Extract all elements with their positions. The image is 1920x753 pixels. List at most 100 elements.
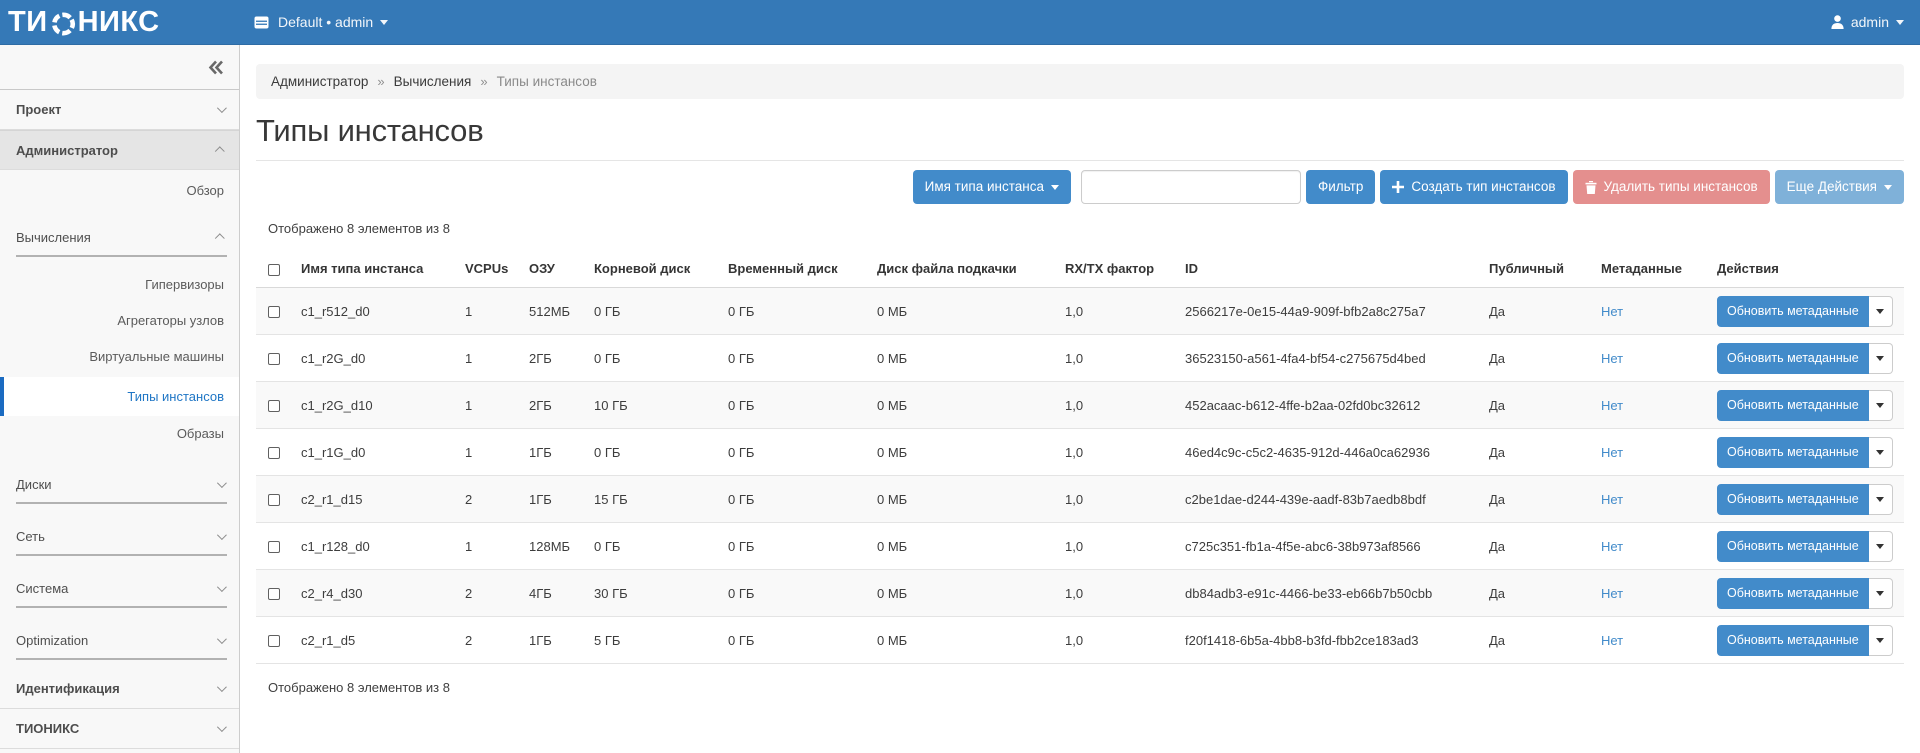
table-actions-row: Имя типа инстанса Фильтр Создать тип инс… <box>256 170 1904 204</box>
cell-ephemeral_disk: 0 ГБ <box>716 569 865 617</box>
update-metadata-button[interactable]: Обновить метаданные <box>1717 483 1869 515</box>
metadata-link[interactable]: Нет <box>1601 304 1623 319</box>
chevron-down-icon <box>216 682 227 693</box>
project-context-menu[interactable]: Default • admin <box>254 14 389 30</box>
cell-actions: Обновить метаданные <box>1705 475 1904 523</box>
sidebar-group-toggle[interactable]: Вычисления <box>0 221 239 254</box>
sidebar-group-toggle[interactable]: Сеть <box>0 520 239 553</box>
sidebar-group-toggle[interactable]: Optimization <box>0 624 239 657</box>
items-count-bottom: Отображено 8 элементов из 8 <box>268 680 450 695</box>
row-checkbox[interactable] <box>268 588 280 601</box>
table-row: c1_r2G_d10 1 2ГБ 10 ГБ 0 ГБ 0 МБ 1,0 452acaac-b… <box>256 381 1904 429</box>
update-metadata-button[interactable]: Обновить метаданные <box>1717 389 1869 421</box>
select-all-checkbox[interactable] <box>268 263 280 276</box>
sidebar-item-Обзор[interactable]: Обзор <box>0 173 239 209</box>
cell-rxtx: 1,0 <box>1053 616 1173 664</box>
sidebar: Проект Администратор Обзор Вычисления Гиперв… <box>0 45 240 753</box>
row-checkbox[interactable] <box>268 306 280 319</box>
metadata-link[interactable]: Нет <box>1601 398 1623 413</box>
table-header-cell: ID <box>1173 250 1477 288</box>
cell-id: 36523150-a561-4fa4-bf54-c275675d4bed <box>1173 334 1477 382</box>
sidebar-group-rule <box>16 502 227 504</box>
sidebar-section-3[interactable]: Идентификация <box>0 669 239 709</box>
cell-ram: 2ГБ <box>517 381 582 429</box>
breadcrumb-current: Типы инстансов <box>496 74 597 89</box>
table-row: c1_r1G_d0 1 1ГБ 0 ГБ 0 ГБ 0 МБ 1,0 46ed4c9c-c5c… <box>256 428 1904 476</box>
cell-root_disk: 5 ГБ <box>582 616 716 664</box>
update-metadata-button[interactable]: Обновить метаданные <box>1717 295 1869 327</box>
row-checkbox[interactable] <box>268 635 280 648</box>
breadcrumb-link-1[interactable]: Администратор <box>271 74 368 89</box>
user-menu-label: admin <box>1850 14 1889 30</box>
row-actions-dropdown-toggle[interactable] <box>1868 483 1893 515</box>
more-actions-caret-icon <box>1884 184 1892 190</box>
brand-logo[interactable]: ТИ НИКС <box>0 7 240 37</box>
update-metadata-button[interactable]: Обновить метаданные <box>1717 577 1869 609</box>
chevron-down-icon <box>216 722 227 733</box>
row-actions-dropdown-toggle[interactable] <box>1868 577 1893 609</box>
sidebar-item-Агрегаторы узлов[interactable]: Агрегаторы узлов <box>0 303 239 339</box>
cell-public: Да <box>1477 475 1589 523</box>
metadata-link[interactable]: Нет <box>1601 633 1623 648</box>
brand-shutter-icon <box>51 12 75 35</box>
project-context-label: Default • admin <box>278 14 374 30</box>
cell-public: Да <box>1477 428 1589 476</box>
row-checkbox[interactable] <box>268 353 280 366</box>
row-actions-dropdown-toggle[interactable] <box>1868 389 1893 421</box>
user-menu[interactable]: admin <box>1831 14 1904 30</box>
cell-name: c2_r1_d15 <box>289 475 453 523</box>
filter-button-label: Фильтр <box>1317 179 1364 194</box>
cell-name: c1_r2G_d10 <box>289 381 453 429</box>
row-actions-dropdown-toggle[interactable] <box>1868 530 1893 562</box>
sidebar-item-Типы инстансов[interactable]: Типы инстансов <box>0 377 239 416</box>
sidebar-group-toggle[interactable]: Система <box>0 572 239 605</box>
cell-ephemeral_disk: 0 ГБ <box>716 381 865 429</box>
filter-search-input[interactable] <box>1080 170 1301 204</box>
cell-vcpus: 1 <box>453 522 517 570</box>
sidebar-group-toggle[interactable]: Диски <box>0 468 239 501</box>
more-actions-button[interactable]: Еще Действия <box>1774 170 1904 204</box>
update-metadata-button[interactable]: Обновить метаданные <box>1717 436 1869 468</box>
chevron-down-icon <box>216 634 227 645</box>
update-metadata-button[interactable]: Обновить метаданные <box>1717 342 1869 374</box>
sidebar-item-Гипервизоры[interactable]: Гипервизоры <box>0 267 239 303</box>
update-metadata-button[interactable]: Обновить метаданные <box>1717 530 1869 562</box>
row-actions-dropdown-toggle[interactable] <box>1868 624 1893 656</box>
row-checkbox[interactable] <box>268 400 280 413</box>
sidebar-section-1[interactable]: Проект <box>0 90 239 130</box>
table-header-cell: Корневой диск <box>582 250 716 288</box>
delete-flavors-button[interactable]: Удалить типы инстансов <box>1572 170 1770 204</box>
row-checkbox-cell <box>256 428 289 476</box>
cell-metadata: Нет <box>1589 428 1705 476</box>
sidebar-collapse-icon[interactable] <box>208 60 224 75</box>
breadcrumb-link-2[interactable]: Вычисления <box>394 74 472 89</box>
update-metadata-button[interactable]: Обновить метаданные <box>1717 624 1869 656</box>
sidebar-section-2[interactable]: Администратор <box>0 130 239 170</box>
sidebar-item-Образы[interactable]: Образы <box>0 416 239 452</box>
row-actions-dropdown-toggle[interactable] <box>1868 295 1893 327</box>
filter-button[interactable]: Фильтр <box>1305 170 1376 204</box>
row-checkbox[interactable] <box>268 494 280 507</box>
metadata-link[interactable]: Нет <box>1601 351 1623 366</box>
row-actions-dropdown-toggle[interactable] <box>1868 436 1893 468</box>
row-checkbox[interactable] <box>268 541 280 554</box>
table-header-cell: Действия <box>1705 250 1904 288</box>
metadata-link[interactable]: Нет <box>1601 586 1623 601</box>
cell-rxtx: 1,0 <box>1053 475 1173 523</box>
cell-actions: Обновить метаданные <box>1705 616 1904 664</box>
cell-rxtx: 1,0 <box>1053 569 1173 617</box>
sidebar-item-Виртуальные машины[interactable]: Виртуальные машины <box>0 339 239 375</box>
table-header-row: Имя типа инстанса VCPUs ОЗУ Корневой диск Вр… <box>256 250 1904 288</box>
filter-field-selector[interactable]: Имя типа инстанса <box>912 170 1071 204</box>
row-checkbox[interactable] <box>268 447 280 460</box>
sidebar-group-rule <box>16 658 227 660</box>
row-actions-dropdown-toggle[interactable] <box>1868 342 1893 374</box>
metadata-link[interactable]: Нет <box>1601 539 1623 554</box>
cell-root_disk: 0 ГБ <box>582 334 716 382</box>
chevron-down-icon <box>216 530 227 541</box>
sidebar-section-4[interactable]: ТИОНИКС <box>0 709 239 749</box>
table-row: c2_r4_d30 2 4ГБ 30 ГБ 0 ГБ 0 МБ 1,0 db84adb3-e9… <box>256 569 1904 617</box>
metadata-link[interactable]: Нет <box>1601 492 1623 507</box>
metadata-link[interactable]: Нет <box>1601 445 1623 460</box>
create-flavor-button[interactable]: Создать тип инстансов <box>1380 170 1568 204</box>
